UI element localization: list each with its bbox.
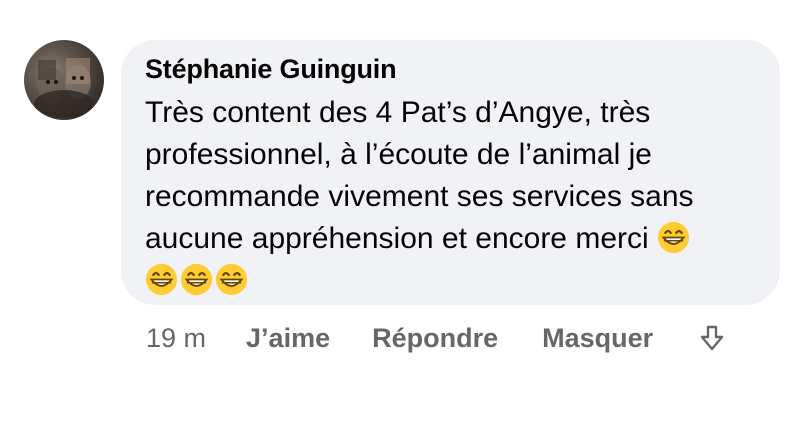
comment-text-segment: professionnel, à l’écoute de l’animal je <box>145 138 652 171</box>
comment-actions: 19 m J’aime Répondre Masquer <box>146 318 727 358</box>
reply-button[interactable]: Répondre <box>372 323 498 354</box>
comment: Stéphanie Guinguin Très content des 4 Pa… <box>0 0 799 439</box>
avatar-image <box>34 58 94 118</box>
grinning-emoji-icon <box>145 263 178 296</box>
comment-text-segment: aucune appréhension et encore merci <box>145 222 649 255</box>
comment-text-line: recommande vivement ses services sans <box>145 176 760 218</box>
comment-text-segment: Très content des 4 Pat’s d’Angye, très <box>145 96 651 129</box>
comment-text: Très content des 4 Pat’s d’Angye, très p… <box>145 92 760 302</box>
comment-text-line: professionnel, à l’écoute de l’animal je <box>145 134 760 176</box>
comment-text-segment: recommande vivement ses services sans <box>145 180 694 213</box>
grinning-emoji-icon <box>180 263 213 296</box>
comment-emoji-line <box>145 260 760 302</box>
hide-button[interactable]: Masquer <box>542 323 653 354</box>
arrow-down-outline-icon[interactable] <box>697 323 727 353</box>
grinning-emoji-icon <box>657 221 690 254</box>
comment-author[interactable]: Stéphanie Guinguin <box>145 54 397 85</box>
like-button[interactable]: J’aime <box>246 323 330 354</box>
comment-text-line: aucune appréhension et encore merci <box>145 218 760 260</box>
avatar[interactable] <box>24 40 104 120</box>
comment-bubble: Stéphanie Guinguin Très content des 4 Pa… <box>121 40 780 305</box>
comment-timestamp[interactable]: 19 m <box>146 323 206 354</box>
comment-text-line: Très content des 4 Pat’s d’Angye, très <box>145 92 760 134</box>
grinning-emoji-icon <box>215 263 248 296</box>
